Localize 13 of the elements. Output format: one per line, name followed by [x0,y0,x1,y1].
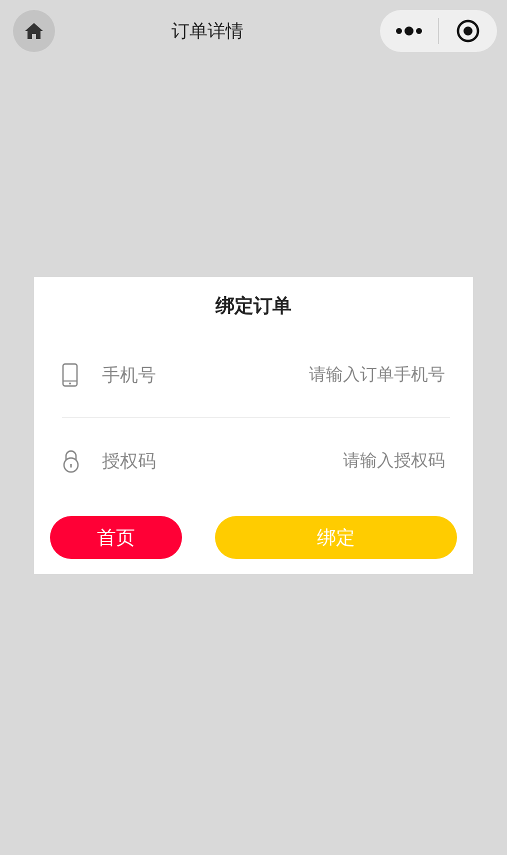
field-label: 授权码 [102,450,156,472]
phone-icon [62,363,78,387]
home-button[interactable] [13,10,55,52]
input-field[interactable]: 请输入授权码 [156,450,450,470]
target-icon [456,19,480,43]
field-label: 手机号 [102,364,156,387]
lock-icon [62,448,80,472]
page-title: 订单详情 [170,20,244,43]
dialog-title: 绑定订单 [214,294,292,318]
home-page-button[interactable]: 首页 [50,516,182,559]
home-icon [24,21,44,41]
more-icon [395,26,423,36]
input-field[interactable]: 请输入订单手机号 [156,365,450,385]
